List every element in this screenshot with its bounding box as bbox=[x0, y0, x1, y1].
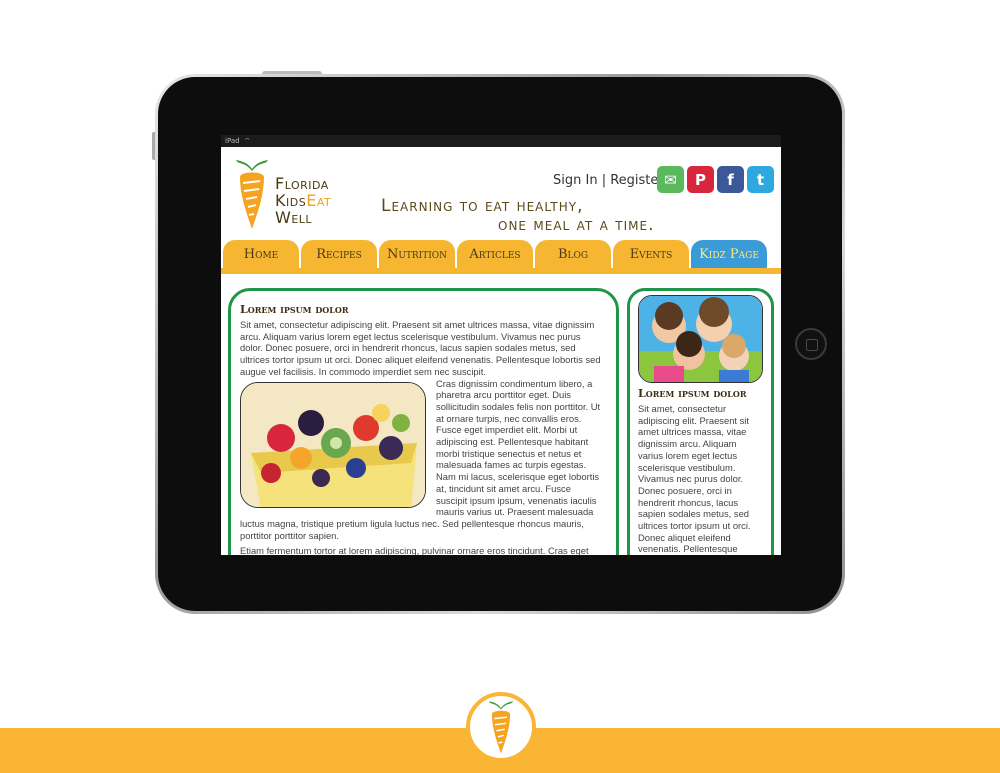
brand-word-well: Well bbox=[275, 208, 313, 227]
nav-recipes[interactable]: Recipes bbox=[301, 240, 377, 268]
tagline: Learning to eat healthy, one meal at a t… bbox=[381, 197, 654, 235]
fruit-salad-image bbox=[240, 381, 426, 508]
carrot-logo-icon[interactable] bbox=[234, 157, 270, 231]
article-paragraph-3: Etiam fermentum tortor at lorem adipisci… bbox=[240, 545, 589, 555]
article-heading: Lorem ipsum dolor bbox=[240, 303, 349, 316]
nav-blog[interactable]: Blog bbox=[535, 240, 611, 268]
register-link[interactable]: Register bbox=[610, 173, 664, 188]
brand-word-kidseat: KidsEat bbox=[275, 192, 331, 209]
ipad-screen: iPad ⌔ Florida KidsEat Well Learning to … bbox=[221, 135, 781, 555]
tagline-line-2: one meal at a time. bbox=[498, 215, 655, 235]
article-paragraph-1: Sit amet, consectetur adipiscing elit. P… bbox=[240, 319, 601, 377]
nav-kidz-page[interactable]: Kidz Page bbox=[691, 240, 767, 268]
sidebar-paragraph: Sit amet, consectetur adipiscing elit. P… bbox=[638, 403, 751, 555]
email-icon[interactable]: ✉ bbox=[657, 166, 684, 193]
main-nav: Home Recipes Nutrition Articles Blog Eve… bbox=[221, 240, 781, 274]
site-header: Florida KidsEat Well Learning to eat hea… bbox=[221, 147, 781, 240]
main-article: Lorem ipsum dolor Sit amet, consectetur … bbox=[228, 288, 619, 555]
ipad-home-button[interactable] bbox=[795, 328, 827, 360]
wifi-icon: ⌔ bbox=[241, 137, 251, 145]
nav-nutrition[interactable]: Nutrition bbox=[379, 240, 455, 268]
carrot-icon bbox=[488, 701, 514, 754]
auth-links: Sign In | Register bbox=[553, 173, 664, 188]
facebook-icon[interactable]: f bbox=[717, 166, 744, 193]
sign-in-link[interactable]: Sign In bbox=[553, 173, 598, 188]
twitter-icon[interactable]: t bbox=[747, 166, 774, 193]
status-bar: iPad ⌔ bbox=[221, 135, 781, 147]
social-buttons: ✉ P f t bbox=[657, 166, 774, 193]
brand-word-florida: Florida bbox=[275, 174, 329, 193]
nav-events[interactable]: Events bbox=[613, 240, 689, 268]
nav-home[interactable]: Home bbox=[223, 240, 299, 268]
device-label: iPad bbox=[225, 137, 240, 145]
kids-photo bbox=[638, 295, 763, 383]
sidebar-heading: Lorem ipsum dolor bbox=[638, 387, 747, 400]
tagline-line-1: Learning to eat healthy, bbox=[381, 196, 584, 216]
brand-wordmark[interactable]: Florida KidsEat Well bbox=[275, 175, 331, 226]
pinterest-icon[interactable]: P bbox=[687, 166, 714, 193]
footer-logo bbox=[466, 692, 536, 762]
nav-articles[interactable]: Articles bbox=[457, 240, 533, 268]
auth-separator: | bbox=[597, 173, 611, 188]
sidebar: Lorem ipsum dolor Sit amet, consectetur … bbox=[627, 288, 774, 555]
